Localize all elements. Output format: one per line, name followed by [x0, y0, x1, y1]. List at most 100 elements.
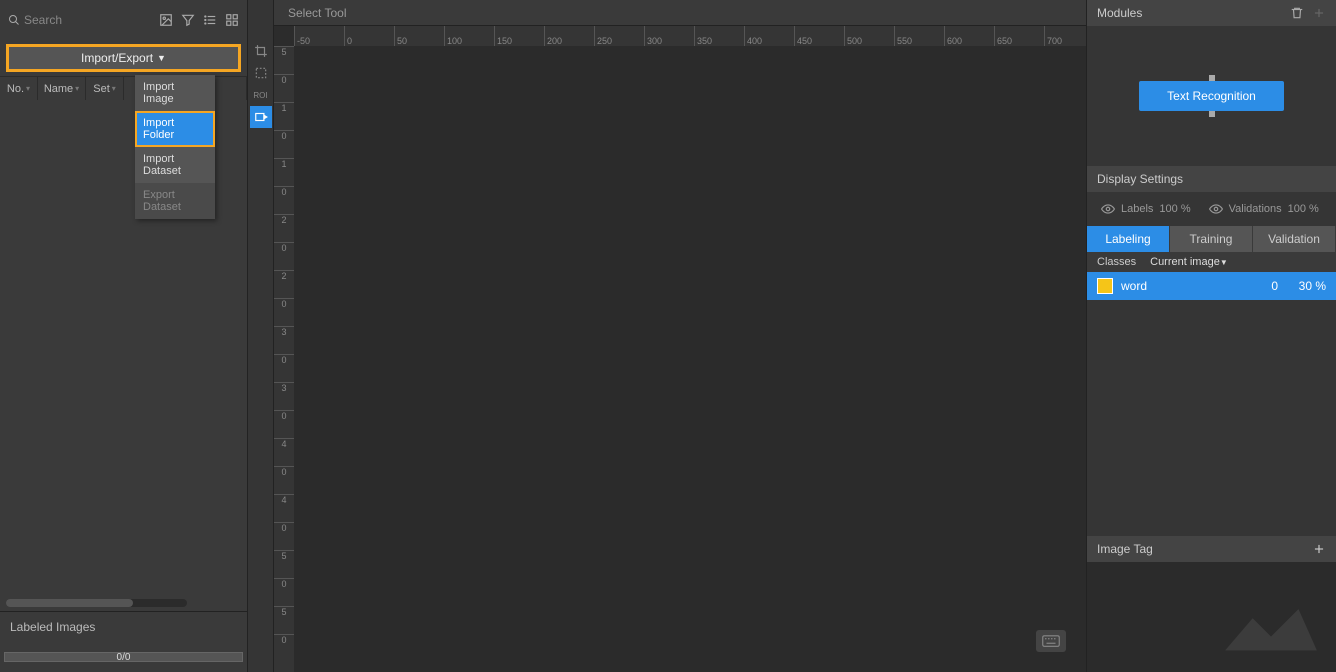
- column-name[interactable]: Name▾: [38, 77, 86, 100]
- select-tool-label: Select Tool: [288, 6, 346, 20]
- ruler-vtick: 1: [274, 102, 294, 113]
- ruler-tick: 400: [744, 26, 762, 46]
- search-input[interactable]: [24, 13, 124, 27]
- ruler-vtick: 4: [274, 438, 294, 449]
- progress-text: 0/0: [117, 652, 131, 663]
- labeled-images-label: Labeled Images: [0, 611, 247, 642]
- validations-text: Validations: [1229, 203, 1282, 215]
- sort-icon: ▾: [26, 84, 30, 93]
- select-tool-bar: Select Tool: [274, 0, 1086, 26]
- module-node-text-recognition[interactable]: Text Recognition: [1139, 81, 1284, 111]
- tool-roi[interactable]: ROI: [250, 84, 272, 106]
- ruler-vtick: 0: [274, 634, 294, 645]
- ruler-tick: 0: [344, 26, 352, 46]
- ruler-vtick: 0: [274, 242, 294, 253]
- labeled-progress: 0/0: [4, 652, 243, 662]
- modules-body: Text Recognition: [1087, 26, 1336, 166]
- filter-icon[interactable]: [181, 13, 195, 27]
- ruler-tick: 200: [544, 26, 562, 46]
- display-settings-title: Display Settings: [1097, 172, 1183, 186]
- mode-tabs: Labeling Training Validation: [1087, 226, 1336, 252]
- tool-strip: ROI: [248, 0, 274, 672]
- ruler-vtick: 0: [274, 186, 294, 197]
- trash-icon[interactable]: [1290, 6, 1304, 20]
- dropdown-import-folder[interactable]: Import Folder: [135, 111, 215, 147]
- grid-icon[interactable]: [225, 13, 239, 27]
- scrollbar-thumb[interactable]: [6, 599, 133, 607]
- eye-icon[interactable]: [1101, 202, 1115, 216]
- gallery-icon[interactable]: [159, 13, 173, 27]
- class-item-word[interactable]: word 0 30 %: [1087, 272, 1336, 300]
- class-pct: 30 %: [1286, 279, 1326, 293]
- dropdown-export-dataset: Export Dataset: [135, 183, 215, 219]
- center-panel: Select Tool -500501001502002503003504004…: [274, 0, 1086, 672]
- ruler-vtick: 3: [274, 382, 294, 393]
- ruler-vtick: 0: [274, 578, 294, 589]
- tool-crop[interactable]: [250, 40, 272, 62]
- ruler-vtick: 2: [274, 214, 294, 225]
- search-icon: [8, 14, 20, 26]
- column-set[interactable]: Set▾: [86, 77, 124, 100]
- ruler-vtick: 0: [274, 130, 294, 141]
- tab-training[interactable]: Training: [1170, 226, 1253, 252]
- left-panel: Import/Export ▼ Import Image Import Fold…: [0, 0, 248, 672]
- import-export-button[interactable]: Import/Export ▼ Import Image Import Fold…: [6, 44, 241, 72]
- dropdown-import-image[interactable]: Import Image: [135, 75, 215, 111]
- ruler-tick: 300: [644, 26, 662, 46]
- sort-icon: ▾: [112, 84, 116, 93]
- watermark-icon: [1216, 602, 1326, 662]
- plus-icon[interactable]: [1312, 542, 1326, 556]
- tab-labeling[interactable]: Labeling: [1087, 226, 1170, 252]
- horizontal-scrollbar[interactable]: [6, 599, 187, 607]
- ruler-vtick: 0: [274, 74, 294, 85]
- eye-icon[interactable]: [1209, 202, 1223, 216]
- list-icon[interactable]: [203, 13, 217, 27]
- ruler-vtick: 1: [274, 158, 294, 169]
- classes-row: Classes Current image▼: [1087, 252, 1336, 272]
- import-export-label: Import/Export: [81, 51, 153, 65]
- image-tag-title: Image Tag: [1097, 542, 1153, 556]
- ruler-vtick: 5: [274, 606, 294, 617]
- ruler-vtick: 0: [274, 522, 294, 533]
- dropdown-import-dataset[interactable]: Import Dataset: [135, 147, 215, 183]
- ruler-vtick: 0: [274, 466, 294, 477]
- plus-icon[interactable]: [1312, 6, 1326, 20]
- ruler-tick: -50: [294, 26, 310, 46]
- modules-title: Modules: [1097, 6, 1142, 20]
- ruler-tick: 600: [944, 26, 962, 46]
- class-name: word: [1121, 279, 1250, 293]
- ruler-vertical: 5010102020303040405050: [274, 46, 294, 672]
- tool-export[interactable]: [250, 106, 272, 128]
- display-settings-row: Labels 100 % Validations 100 %: [1087, 192, 1336, 226]
- ruler-tick: 50: [394, 26, 407, 46]
- right-panel: Modules Text Recognition Display Setting…: [1086, 0, 1336, 672]
- canvas[interactable]: [294, 46, 1086, 672]
- validations-pct: 100 %: [1288, 203, 1319, 215]
- image-tag-header: Image Tag: [1087, 536, 1336, 562]
- classes-scope-dropdown[interactable]: Current image▼: [1150, 256, 1228, 268]
- canvas-area: -500501001502002503003504004505005506006…: [274, 26, 1086, 672]
- ruler-tick: 150: [494, 26, 512, 46]
- import-export-dropdown: Import Image Import Folder Import Datase…: [135, 75, 215, 219]
- ruler-tick: 350: [694, 26, 712, 46]
- caret-down-icon: ▼: [157, 53, 166, 63]
- caret-down-icon: ▼: [1220, 258, 1228, 267]
- image-tag-body: [1087, 562, 1336, 672]
- labels-text: Labels: [1121, 203, 1153, 215]
- ruler-tick: 700: [1044, 26, 1062, 46]
- ruler-vtick: 4: [274, 494, 294, 505]
- ruler-vtick: 0: [274, 354, 294, 365]
- tool-select[interactable]: [250, 62, 272, 84]
- ruler-tick: 650: [994, 26, 1012, 46]
- ruler-vtick: 5: [274, 46, 294, 57]
- ruler-vtick: 2: [274, 270, 294, 281]
- tab-validation[interactable]: Validation: [1253, 226, 1336, 252]
- display-settings-header: Display Settings: [1087, 166, 1336, 192]
- ruler-tick: 250: [594, 26, 612, 46]
- ruler-vtick: 5: [274, 550, 294, 561]
- column-no[interactable]: No.▾: [0, 77, 38, 100]
- class-count: 0: [1258, 279, 1278, 293]
- ruler-tick: 550: [894, 26, 912, 46]
- ruler-tick: 450: [794, 26, 812, 46]
- keyboard-icon[interactable]: [1036, 630, 1066, 652]
